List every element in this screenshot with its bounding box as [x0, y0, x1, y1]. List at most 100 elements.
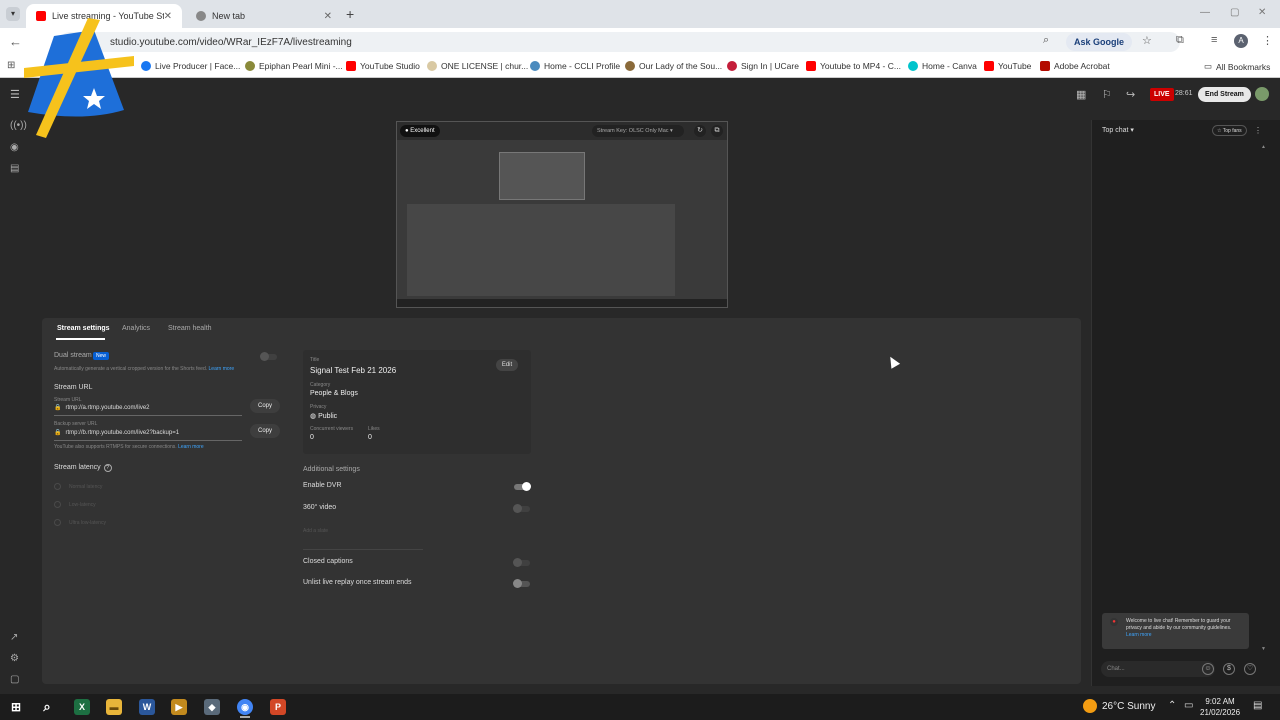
welcome-learn-more-link[interactable]: Learn more — [1126, 632, 1152, 638]
browser-menu-icon[interactable]: ⋮ — [1262, 34, 1273, 47]
feedback-icon[interactable]: ▢ — [10, 674, 19, 685]
latency-option-normal[interactable]: Normal latency — [54, 483, 102, 490]
camera-icon[interactable]: ◉ — [10, 142, 19, 153]
heart-icon[interactable]: ♡ — [1244, 663, 1256, 675]
dual-stream-description-text: Automatically generate a vertical croppe… — [54, 366, 208, 372]
bookmark-youtube[interactable]: YouTube — [984, 61, 1031, 71]
back-icon[interactable]: ← — [9, 34, 22, 49]
enable-dvr-toggle[interactable] — [514, 482, 531, 491]
bookmark-youtube-mp4[interactable]: Youtube to MP4 - C... — [806, 61, 901, 71]
rtmps-learn-more-link[interactable]: Learn more — [178, 444, 204, 450]
tab-stream-settings[interactable]: Stream settings — [57, 325, 110, 332]
unlist-replay-toggle[interactable] — [513, 579, 530, 588]
stream-preview[interactable]: ● Excellent Stream Key: OLSC Only Mac ▾ … — [396, 121, 728, 308]
share-icon[interactable]: ↪ — [1126, 88, 1135, 101]
top-chat-dropdown[interactable]: Top chat ▾ — [1102, 126, 1134, 134]
calendar-icon[interactable]: ▦ — [1076, 88, 1086, 101]
tab-stream-health[interactable]: Stream health — [168, 325, 212, 332]
bookmark-ucare[interactable]: Sign In | UCare — [727, 61, 799, 71]
bookmark-icon[interactable]: ⚐ — [1102, 88, 1112, 101]
super-chat-icon[interactable]: $ — [1223, 663, 1235, 675]
windows-start-icon[interactable]: ⊞ — [8, 699, 24, 715]
chrome-icon[interactable]: ◉ — [237, 699, 253, 715]
external-link-icon[interactable]: ↗ — [10, 632, 18, 643]
tab-new-tab[interactable]: New tab ✕ — [186, 4, 342, 28]
nested-taskbar-capture — [397, 299, 727, 307]
top-fans-button[interactable]: ☆ Top fans — [1212, 125, 1247, 136]
latency-option-low[interactable]: Low-latency — [54, 501, 96, 508]
radio-icon — [54, 501, 61, 508]
schedule-icon[interactable]: ▤ — [10, 163, 19, 174]
copy-backup-url-button[interactable]: Copy — [250, 424, 280, 438]
hamburger-menu-icon[interactable]: ☰ — [10, 88, 20, 101]
stream-url-field[interactable]: 🔒 rtmp://a.rtmp.youtube.com/live2 — [54, 404, 242, 416]
notifications-icon[interactable]: ▤ — [1253, 700, 1262, 711]
file-explorer-icon[interactable]: ▬ — [106, 699, 122, 715]
emoji-icon[interactable]: ☺ — [1202, 663, 1214, 675]
maximize-icon[interactable]: ▢ — [1230, 7, 1239, 18]
scroll-down-icon[interactable]: ▼ — [1261, 646, 1266, 652]
tray-expand-icon[interactable]: ⌃ — [1168, 700, 1176, 711]
extensions-icon[interactable]: ⧉ — [1176, 34, 1184, 47]
clock[interactable]: 9:02 AM 21/02/2026 — [1200, 696, 1240, 718]
bookmark-canva[interactable]: Home - Canva — [908, 61, 977, 71]
channel-avatar[interactable] — [1255, 87, 1269, 101]
close-tab-icon[interactable]: ✕ — [164, 11, 172, 22]
bookmark-live-producer[interactable]: Live Producer | Face... — [141, 61, 240, 71]
tab-analytics[interactable]: Analytics — [122, 325, 150, 332]
ask-google-button[interactable]: Ask Google — [1066, 33, 1133, 51]
zoom-icon[interactable]: ⌕ — [1043, 34, 1049, 47]
search-icon[interactable]: ⌕ — [39, 699, 55, 715]
popout-icon[interactable]: ⧉ — [711, 125, 723, 137]
closed-captions-toggle[interactable] — [513, 558, 530, 567]
close-window-icon[interactable]: ✕ — [1258, 7, 1266, 18]
weather-icon[interactable] — [1083, 699, 1097, 713]
powerpoint-icon[interactable]: P — [270, 699, 286, 715]
url-text[interactable]: studio.youtube.com/video/WRar_IEzF7A/liv… — [110, 37, 352, 48]
latency-option-ultra-low[interactable]: Ultra low-latency — [54, 519, 106, 526]
bookmark-ccli[interactable]: Home - CCLI Profile — [530, 61, 620, 71]
tab-search-icon[interactable]: ▾ — [6, 7, 20, 21]
refresh-icon[interactable]: ↻ — [694, 125, 706, 137]
settings-gear-icon[interactable]: ⚙ — [10, 653, 19, 664]
chat-input[interactable]: Chat... — [1101, 661, 1215, 677]
all-bookmarks-folder[interactable]: ▭ All Bookmarks — [1204, 61, 1270, 72]
weather-text[interactable]: 26°C Sunny — [1102, 701, 1155, 712]
bookmark-epiphan[interactable]: Epiphan Pearl Mini -... — [245, 61, 343, 71]
media-controls-icon[interactable]: ≡ — [1211, 34, 1217, 46]
bookmark-label: Youtube to MP4 - C... — [820, 61, 901, 71]
edit-button[interactable]: Edit — [496, 359, 518, 371]
apps-grid-icon[interactable]: ⊞ — [7, 60, 15, 71]
close-tab-icon[interactable]: ✕ — [324, 11, 332, 22]
word-icon[interactable]: W — [139, 699, 155, 715]
new-tab-icon[interactable]: + — [346, 6, 354, 22]
bookmark-adobe-acrobat[interactable]: Adobe Acrobat — [1040, 61, 1110, 71]
welcome-text: Welcome to live chat! Remember to guard … — [1126, 618, 1232, 631]
media-app-icon[interactable]: ▶ — [171, 699, 187, 715]
bookmark-youtube-studio[interactable]: YouTube Studio — [346, 61, 420, 71]
backup-url-field[interactable]: 🔒 rtmp://b.rtmp.youtube.com/live2?backup=… — [54, 429, 242, 441]
bookmark-our-lady[interactable]: Our Lady of the Sou... — [625, 61, 722, 71]
360-video-toggle[interactable] — [513, 504, 530, 513]
bookmark-one-license[interactable]: ONE LICENSE | chur... — [427, 61, 528, 71]
likes-label: Likes — [368, 426, 380, 432]
stream-url-value: rtmp://a.rtmp.youtube.com/live2 — [65, 405, 150, 411]
dual-stream-learn-more-link[interactable]: Learn more — [209, 366, 235, 372]
minimize-icon[interactable]: — — [1200, 7, 1210, 18]
stream-key-dropdown[interactable]: Stream Key: OLSC Only Mac ▾ — [592, 125, 684, 137]
bookmark-label: YouTube — [998, 61, 1032, 71]
network-icon[interactable]: ▭ — [1184, 700, 1193, 711]
concurrent-viewers-label: Concurrent viewers — [310, 426, 354, 432]
dual-stream-toggle[interactable] — [260, 352, 277, 361]
scroll-up-icon[interactable]: ▲ — [1261, 144, 1266, 150]
profile-avatar[interactable]: A — [1234, 34, 1248, 48]
help-icon[interactable]: ? — [103, 464, 112, 472]
chat-menu-icon[interactable]: ⋮ — [1254, 126, 1262, 135]
360-video-label: 360° video — [303, 504, 337, 511]
end-stream-button[interactable]: End Stream — [1198, 87, 1251, 102]
excel-icon[interactable]: X — [74, 699, 90, 715]
copy-stream-url-button[interactable]: Copy — [250, 399, 280, 413]
left-rail — [0, 110, 32, 694]
vpn-app-icon[interactable]: ◆ — [204, 699, 220, 715]
bookmark-star-icon[interactable]: ☆ — [1142, 34, 1152, 47]
